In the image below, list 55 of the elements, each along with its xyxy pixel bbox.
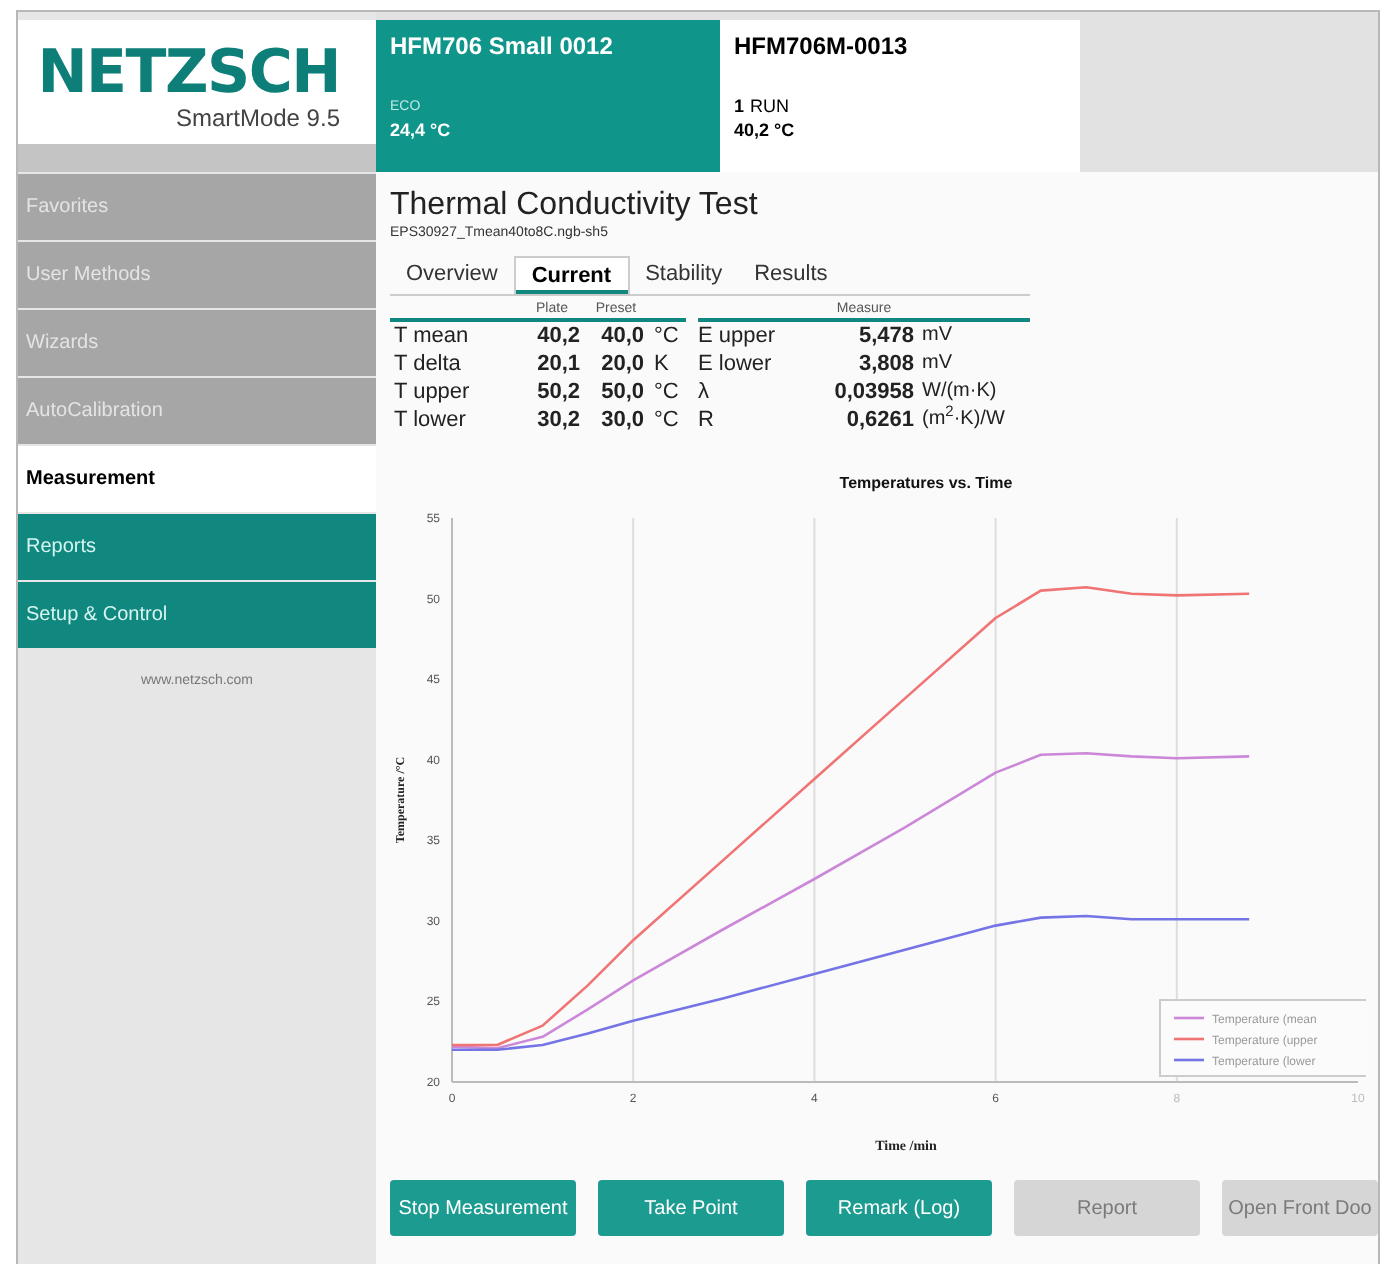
instrument-tab[interactable]: HFM706M-0013 1 RUN 40,2 °C — [720, 20, 1080, 172]
sidebar-item[interactable]: Setup & Control — [18, 582, 376, 648]
instrument-temperature: 40,2 °C — [734, 120, 797, 142]
table-cell-text: 40,0 — [599, 322, 646, 350]
instrument-status: RUN — [750, 96, 790, 118]
row-label: R — [698, 406, 716, 434]
tab[interactable]: Current — [513, 256, 630, 294]
product-version: SmartMode 9.5 — [175, 104, 340, 132]
sidebar-item[interactable]: Wizards — [18, 310, 376, 376]
row-label: T lower — [392, 406, 468, 434]
table-cell-text: 30,0 — [599, 406, 646, 434]
brand-logo: NETZSCH — [37, 44, 340, 104]
sidebar-item[interactable]: Reports — [18, 514, 376, 580]
unit-label: K — [652, 350, 671, 378]
action-button[interactable]: Stop Measurement — [390, 1180, 576, 1236]
unit-label: mV — [922, 322, 954, 350]
row-label: T mean — [392, 322, 471, 350]
unit-label: °C — [652, 378, 681, 406]
row-label: T upper — [392, 378, 472, 406]
unit-label: mV — [922, 350, 954, 378]
instrument-name: HFM706 Small 0012 — [390, 32, 615, 60]
row-label: λ — [698, 378, 711, 406]
unit-label: °C — [652, 406, 681, 434]
row-label: E upper — [698, 322, 778, 350]
table-cell-text: 50,0 — [599, 378, 646, 406]
table-cell-text: 30,2 — [535, 406, 582, 434]
sidebar-item[interactable]: User Methods — [18, 242, 376, 308]
sidebar-item[interactable]: Measurement — [18, 446, 376, 512]
table-cell-text: 3,808 — [856, 350, 916, 378]
unit-label: °C — [652, 322, 681, 350]
instrument-name: HFM706M-0013 — [734, 32, 910, 60]
sidebar-item[interactable]: AutoCalibration — [18, 378, 376, 444]
table-cell-text: 0,03958 — [832, 378, 916, 406]
run-count: 1 — [734, 96, 745, 118]
sidebar-item[interactable]: Favorites — [18, 174, 376, 240]
unit-label: W/(m·K) — [922, 378, 999, 405]
instrument-temperature: 24,4 °C — [390, 120, 453, 142]
action-button[interactable]: Remark (Log) — [806, 1180, 992, 1236]
table-cell-text: 20,0 — [599, 350, 646, 378]
table-cell-text: 20,1 — [535, 350, 582, 378]
action-button[interactable]: Open Front Doo — [1222, 1180, 1378, 1236]
action-button[interactable]: Report — [1014, 1180, 1200, 1236]
page-title: Thermal Conductivity Test — [390, 188, 760, 224]
action-button[interactable]: Take Point — [598, 1180, 784, 1236]
chart-title: Temperatures vs. Time — [839, 474, 1013, 492]
row-label: T delta — [392, 350, 463, 378]
tab[interactable]: Overview — [390, 256, 514, 294]
row-label: E lower — [698, 350, 774, 378]
unit-label: (m$^{2}$·K)/W — [922, 406, 1007, 434]
table-cell-text: 0,6261 — [844, 406, 916, 434]
tab[interactable]: Stability — [629, 256, 739, 294]
table-cell-text: 50,2 — [535, 378, 582, 406]
tab[interactable]: Results — [738, 256, 844, 294]
table-cell-text: 40,2 — [535, 322, 582, 350]
table-cell-text: 5,478 — [856, 322, 916, 350]
